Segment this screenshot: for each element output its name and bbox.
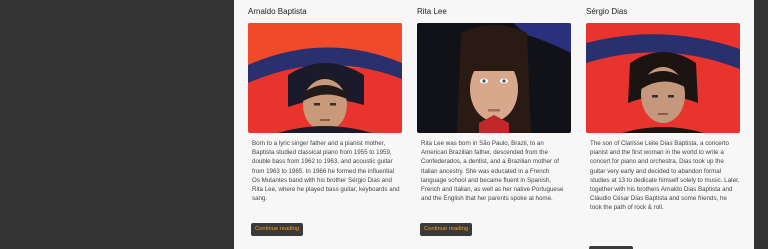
member-name: Rita Lee [417,7,447,16]
left-background [0,0,234,249]
member-photo [586,23,740,133]
right-background [754,0,768,249]
member-name: Sérgio Dias [586,7,628,16]
content-panel: Arnaldo Baptista Born to a lyric singer … [234,0,754,249]
page: Arnaldo Baptista Born to a lyric singer … [0,0,768,249]
continue-reading-button[interactable]: Continue reading [420,223,473,236]
member-name: Arnaldo Baptista [248,7,307,16]
continue-reading-button[interactable]: Continue reading [251,223,304,236]
member-bio: Born to a lyric singer father and a pian… [252,140,400,203]
member-photo [417,23,571,133]
member-bio: Rita Lee was born in São Paulo, Brazil, … [421,140,564,203]
member-photo [248,23,402,133]
member-bio: The son of Clarisse Leite Dias Baptista,… [590,140,740,212]
